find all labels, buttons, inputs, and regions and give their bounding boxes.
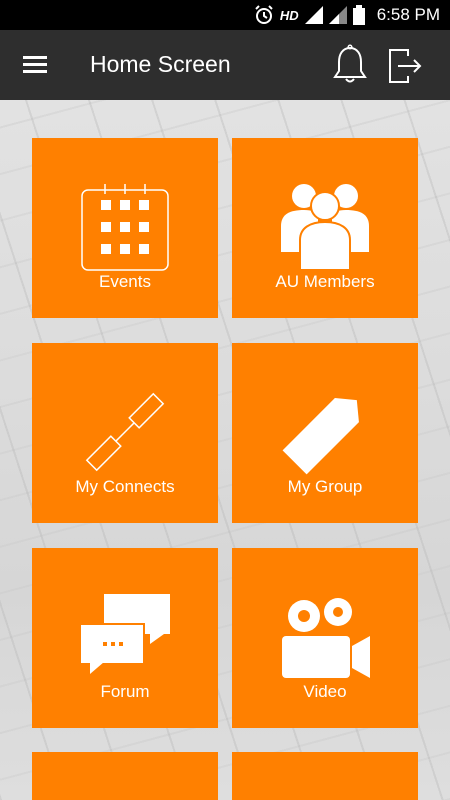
logout-icon[interactable] [386, 46, 426, 86]
tile-label: Video [303, 682, 347, 701]
network-type-label: HD [279, 7, 299, 23]
forum-tile[interactable]: Forum [32, 548, 218, 728]
status-bar: HD 6:58 PM [0, 0, 450, 30]
status-time: 6:58 PM [376, 5, 440, 24]
page-title: Home Screen [90, 51, 231, 77]
calendar-icon [81, 184, 169, 271]
signal-icon-2 [328, 6, 347, 24]
alarm-icon [255, 5, 273, 24]
tile-partial-right[interactable] [232, 752, 418, 800]
members-group-icon [281, 184, 369, 271]
my-connects-tile[interactable]: My Connects [32, 343, 218, 523]
chain-link-icon [85, 392, 165, 472]
au-members-tile[interactable]: AU Members [232, 138, 418, 318]
events-tile[interactable]: Events [32, 138, 218, 318]
signal-icon [304, 6, 323, 24]
video-camera-icon [282, 598, 370, 678]
tile-label: My Connects [75, 477, 175, 496]
hamburger-menu-icon[interactable] [18, 50, 52, 80]
chat-bubbles-icon [80, 594, 170, 674]
battery-icon [352, 5, 365, 25]
video-tile[interactable]: Video [232, 548, 418, 728]
tile-label: Forum [100, 682, 150, 701]
tag-icon [282, 398, 359, 475]
tile-label: Events [99, 272, 151, 291]
tile-partial-left[interactable] [32, 752, 218, 800]
bell-icon[interactable] [330, 44, 370, 86]
tile-label: My Group [287, 477, 363, 496]
tile-label: AU Members [275, 272, 375, 291]
my-group-tile[interactable]: My Group [232, 343, 418, 523]
app-bar: Home Screen [0, 30, 450, 100]
